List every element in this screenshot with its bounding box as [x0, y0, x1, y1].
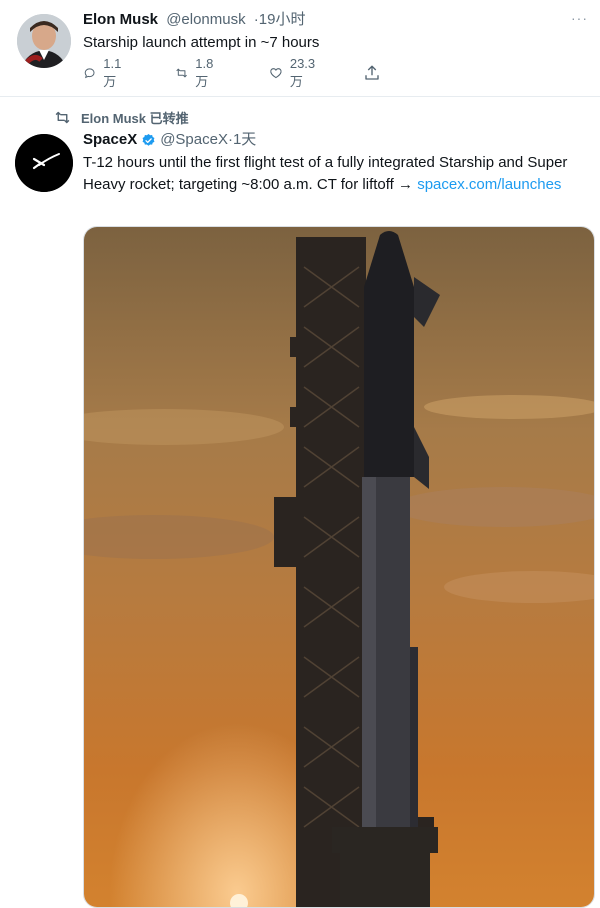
tweet-header: Elon Musk @elonmusk ·19小时 [83, 10, 305, 30]
reply-icon [84, 68, 95, 79]
like-count: 23.3万 [289, 56, 316, 89]
author-handle[interactable]: @elonmusk [166, 11, 245, 28]
tweet-media-image[interactable] [83, 226, 595, 908]
retweet-author-name[interactable]: SpaceX [83, 130, 137, 150]
author-name[interactable]: Elon Musk [83, 11, 158, 28]
heart-icon [270, 68, 282, 79]
verified-badge-icon [142, 133, 155, 146]
reply-count: 1.1万 [103, 56, 122, 89]
retweeted-by-label: Elon Musk 已转推 [81, 110, 189, 126]
tweet-card: Elon Musk @elonmusk ·19小时 ··· Starship l… [0, 0, 600, 96]
tweet-time[interactable]: 19小时 [259, 11, 306, 28]
retweeted-by-row[interactable]: Elon Musk 已转推 [54, 108, 189, 126]
retweet-count: 1.8万 [195, 56, 214, 89]
retweet-icon [55, 111, 70, 123]
retweet-button[interactable]: 1.8万 [175, 56, 218, 89]
spacex-logo-icon [15, 134, 73, 192]
retweet-time[interactable]: 1天 [233, 130, 256, 150]
tweet-divider [0, 96, 600, 97]
starship-launch-photo [84, 227, 594, 907]
share-icon [365, 65, 379, 80]
retweet-author-handle[interactable]: @SpaceX [160, 130, 228, 150]
share-button[interactable] [363, 63, 388, 83]
reply-button[interactable]: 1.1万 [83, 56, 126, 89]
retweet-text: T-12 hours until the first flight test o… [83, 152, 595, 196]
retweet-header: SpaceX @SpaceX · 1天 [83, 130, 256, 150]
retweet-icon [176, 68, 187, 78]
launches-link[interactable]: spacex.com/launches [417, 176, 561, 193]
avatar-elon-musk[interactable] [17, 14, 71, 68]
avatar-spacex[interactable] [15, 134, 73, 192]
like-button[interactable]: 23.3万 [269, 56, 319, 89]
more-options-button[interactable]: ··· [571, 10, 588, 26]
tweet-text: Starship launch attempt in ~7 hours [83, 34, 320, 51]
